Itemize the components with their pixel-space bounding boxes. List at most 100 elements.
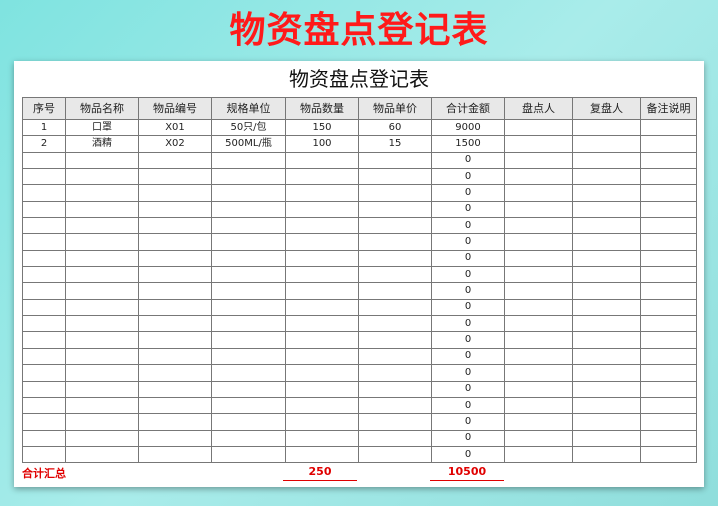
table-cell[interactable] bbox=[640, 396, 697, 415]
table-cell[interactable] bbox=[285, 315, 359, 333]
table-cell[interactable] bbox=[138, 233, 212, 251]
table-cell[interactable] bbox=[285, 249, 359, 268]
table-cell[interactable] bbox=[138, 282, 212, 300]
table-cell[interactable] bbox=[504, 135, 573, 153]
table-cell[interactable]: 0 bbox=[431, 429, 505, 447]
table-cell[interactable] bbox=[65, 380, 139, 398]
table-cell[interactable] bbox=[211, 413, 286, 431]
table-cell[interactable] bbox=[358, 364, 432, 382]
table-cell[interactable] bbox=[640, 413, 697, 431]
table-cell[interactable] bbox=[358, 151, 432, 170]
table-cell[interactable] bbox=[572, 380, 641, 398]
table-cell[interactable] bbox=[65, 445, 139, 464]
table-cell[interactable] bbox=[285, 266, 359, 284]
table-cell[interactable] bbox=[211, 445, 286, 464]
table-cell[interactable] bbox=[285, 233, 359, 251]
table-cell[interactable]: 0 bbox=[431, 396, 505, 415]
table-cell[interactable] bbox=[572, 282, 641, 300]
table-cell[interactable] bbox=[65, 331, 139, 349]
table-cell[interactable] bbox=[358, 331, 432, 349]
table-cell[interactable] bbox=[285, 331, 359, 349]
table-cell[interactable] bbox=[22, 266, 66, 284]
table-cell[interactable] bbox=[22, 168, 66, 186]
table-cell[interactable] bbox=[572, 364, 641, 382]
table-cell[interactable] bbox=[504, 347, 573, 366]
table-cell[interactable]: X01 bbox=[138, 118, 212, 137]
table-cell[interactable] bbox=[504, 217, 573, 235]
table-cell[interactable] bbox=[22, 249, 66, 268]
table-cell[interactable] bbox=[285, 151, 359, 170]
table-cell[interactable] bbox=[285, 429, 359, 447]
table-cell[interactable] bbox=[640, 429, 697, 447]
table-cell[interactable] bbox=[22, 364, 66, 382]
table-cell[interactable] bbox=[358, 380, 432, 398]
table-cell[interactable] bbox=[285, 298, 359, 317]
table-cell[interactable] bbox=[138, 266, 212, 284]
table-cell[interactable] bbox=[211, 298, 286, 317]
table-cell[interactable] bbox=[65, 151, 139, 170]
table-cell[interactable] bbox=[504, 396, 573, 415]
table-cell[interactable]: 0 bbox=[431, 380, 505, 398]
table-cell[interactable] bbox=[65, 413, 139, 431]
table-cell[interactable]: 0 bbox=[431, 168, 505, 186]
table-cell[interactable]: 60 bbox=[358, 118, 432, 137]
table-cell[interactable] bbox=[65, 298, 139, 317]
table-cell[interactable] bbox=[572, 118, 641, 137]
table-cell[interactable] bbox=[65, 233, 139, 251]
table-cell[interactable] bbox=[358, 445, 432, 464]
table-cell[interactable]: 0 bbox=[431, 266, 505, 284]
table-cell[interactable] bbox=[285, 184, 359, 202]
table-cell[interactable] bbox=[22, 282, 66, 300]
table-cell[interactable] bbox=[358, 298, 432, 317]
table-cell[interactable] bbox=[138, 168, 212, 186]
table-cell[interactable] bbox=[358, 429, 432, 447]
table-cell[interactable] bbox=[211, 266, 286, 284]
table-cell[interactable] bbox=[285, 396, 359, 415]
table-cell[interactable] bbox=[211, 151, 286, 170]
table-cell[interactable]: 0 bbox=[431, 184, 505, 202]
table-cell[interactable] bbox=[504, 282, 573, 300]
table-cell[interactable] bbox=[138, 249, 212, 268]
table-cell[interactable]: 0 bbox=[431, 298, 505, 317]
table-cell[interactable] bbox=[138, 298, 212, 317]
table-cell[interactable] bbox=[572, 429, 641, 447]
table-cell[interactable] bbox=[285, 282, 359, 300]
table-cell[interactable] bbox=[640, 315, 697, 333]
table-cell[interactable] bbox=[358, 184, 432, 202]
table-cell[interactable] bbox=[504, 200, 573, 219]
table-cell[interactable] bbox=[65, 396, 139, 415]
table-cell[interactable] bbox=[640, 217, 697, 235]
table-cell[interactable] bbox=[285, 217, 359, 235]
table-cell[interactable] bbox=[504, 266, 573, 284]
table-cell[interactable] bbox=[138, 217, 212, 235]
table-cell[interactable]: 0 bbox=[431, 445, 505, 464]
table-cell[interactable] bbox=[504, 184, 573, 202]
table-cell[interactable] bbox=[211, 282, 286, 300]
table-cell[interactable] bbox=[22, 184, 66, 202]
table-cell[interactable] bbox=[22, 200, 66, 219]
table-cell[interactable] bbox=[358, 217, 432, 235]
table-cell[interactable] bbox=[504, 233, 573, 251]
table-cell[interactable] bbox=[640, 151, 697, 170]
table-cell[interactable] bbox=[358, 396, 432, 415]
table-cell[interactable] bbox=[211, 249, 286, 268]
table-cell[interactable] bbox=[640, 380, 697, 398]
table-cell[interactable] bbox=[65, 347, 139, 366]
table-cell[interactable] bbox=[504, 118, 573, 137]
table-cell[interactable] bbox=[572, 233, 641, 251]
table-cell[interactable] bbox=[504, 364, 573, 382]
table-cell[interactable] bbox=[22, 217, 66, 235]
table-cell[interactable] bbox=[504, 168, 573, 186]
table-cell[interactable] bbox=[138, 347, 212, 366]
table-cell[interactable] bbox=[640, 282, 697, 300]
table-cell[interactable] bbox=[65, 429, 139, 447]
table-cell[interactable] bbox=[640, 184, 697, 202]
table-cell[interactable] bbox=[640, 249, 697, 268]
table-cell[interactable] bbox=[640, 364, 697, 382]
table-cell[interactable] bbox=[138, 151, 212, 170]
table-cell[interactable] bbox=[572, 331, 641, 349]
table-cell[interactable] bbox=[211, 396, 286, 415]
table-cell[interactable] bbox=[65, 315, 139, 333]
table-cell[interactable] bbox=[211, 217, 286, 235]
table-cell[interactable] bbox=[572, 266, 641, 284]
